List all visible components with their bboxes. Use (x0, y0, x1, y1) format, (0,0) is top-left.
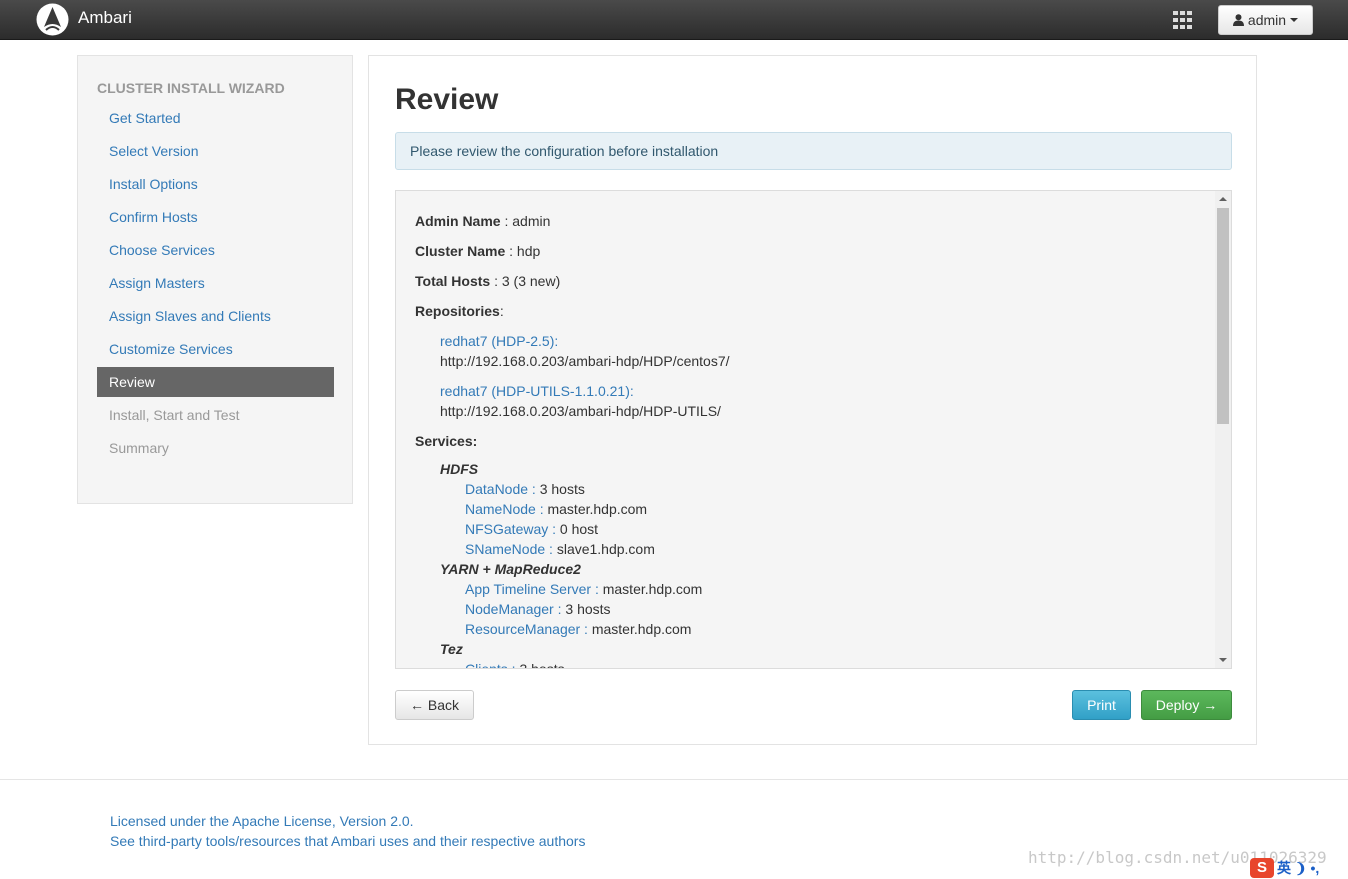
service-group-hdfs: HDFS DataNode : 3 hosts NameNode : maste… (440, 459, 1205, 559)
repositories-colon: : (499, 303, 504, 319)
service-name: HDFS (440, 461, 479, 477)
component-name: ResourceManager : (465, 621, 588, 637)
wizard-steps: Get Started Select Version Install Optio… (97, 102, 334, 465)
service-name: Tez (440, 641, 463, 657)
component-value: 3 hosts (535, 481, 585, 497)
component-name: NFSGateway : (465, 521, 557, 537)
service-group-yarn: YARN + MapReduce2 App Timeline Server : … (440, 559, 1205, 639)
repositories-row: Repositories: (415, 301, 1205, 321)
services-label: Services: (415, 433, 478, 449)
component-name: Clients : (465, 661, 516, 669)
step-assign-slaves-clients[interactable]: Assign Slaves and Clients (97, 300, 334, 333)
user-name: admin (1247, 12, 1287, 28)
step-install-start-test: Install, Start and Test (109, 407, 240, 423)
review-summary-box[interactable]: Admin Name : admin Cluster Name : hdp To… (395, 190, 1232, 669)
review-content: Admin Name : admin Cluster Name : hdp To… (415, 211, 1205, 669)
component-value: slave1.hdp.com (552, 541, 655, 557)
component-value: 3 hosts (561, 601, 611, 617)
brand-name[interactable]: Ambari (78, 8, 132, 28)
services-row: Services: (415, 431, 1205, 451)
ime-mode-text[interactable]: 英 ❩ •, (1277, 858, 1319, 878)
repo-url: http://192.168.0.203/ambari-hdp/HDP-UTIL… (440, 403, 721, 419)
repo-item: redhat7 (HDP-2.5): http://192.168.0.203/… (440, 331, 1205, 371)
repo-name: redhat7 (HDP-UTILS-1.1.0.21): (440, 383, 634, 399)
repo-url: http://192.168.0.203/ambari-hdp/HDP/cent… (440, 353, 730, 369)
service-component: Clients : 3 hosts (465, 659, 1205, 669)
component-value: 3 hosts (515, 661, 565, 669)
step-choose-services[interactable]: Choose Services (97, 234, 334, 267)
component-value: master.hdp.com (598, 581, 703, 597)
user-icon (1232, 14, 1244, 26)
service-component: SNameNode : slave1.hdp.com (465, 539, 1205, 559)
step-review[interactable]: Review (97, 367, 334, 397)
third-party-link[interactable]: See third-party tools/resources that Amb… (110, 831, 585, 851)
service-component: NFSGateway : 0 host (465, 519, 1205, 539)
footer: Licensed under the Apache License, Versi… (110, 811, 585, 851)
total-hosts-value: : 3 (3 new) (490, 273, 561, 289)
info-alert: Please review the configuration before i… (395, 132, 1232, 170)
step-customize-services[interactable]: Customize Services (97, 333, 334, 366)
ambari-logo-icon[interactable] (36, 3, 69, 36)
cluster-name-value: : hdp (505, 243, 541, 259)
footer-divider (0, 779, 1348, 780)
service-component: NodeManager : 3 hosts (465, 599, 1205, 619)
service-component: DataNode : 3 hosts (465, 479, 1205, 499)
component-name: App Timeline Server : (465, 581, 599, 597)
component-value: 0 host (556, 521, 599, 537)
license-link[interactable]: Licensed under the Apache License, Versi… (110, 811, 585, 831)
repo-name: redhat7 (HDP-2.5): (440, 333, 559, 349)
service-component: ResourceManager : master.hdp.com (465, 619, 1205, 639)
scroll-down-arrow-icon[interactable] (1219, 658, 1227, 662)
total-hosts-row: Total Hosts : 3 (3 new) (415, 271, 1205, 291)
component-name: NameNode : (465, 501, 544, 517)
scrollbar-thumb[interactable] (1217, 208, 1229, 424)
admin-name-label: Admin Name (415, 213, 501, 229)
component-value: master.hdp.com (587, 621, 692, 637)
repositories-label: Repositories (415, 303, 500, 319)
service-group-tez: Tez Clients : 3 hosts (440, 639, 1205, 669)
admin-name-row: Admin Name : admin (415, 211, 1205, 231)
step-confirm-hosts[interactable]: Confirm Hosts (97, 201, 334, 234)
review-scrollbar[interactable] (1215, 191, 1231, 668)
top-navbar: Ambari admin (0, 0, 1348, 40)
wizard-sidebar: CLUSTER INSTALL WIZARD Get Started Selec… (77, 55, 353, 504)
caret-down-icon (1290, 18, 1299, 22)
step-select-version[interactable]: Select Version (97, 135, 334, 168)
component-name: NodeManager : (465, 601, 562, 617)
service-component: NameNode : master.hdp.com (465, 499, 1205, 519)
scroll-up-arrow-icon[interactable] (1219, 197, 1227, 201)
user-menu-button[interactable]: admin (1218, 5, 1313, 35)
sidebar-title: CLUSTER INSTALL WIZARD (97, 80, 285, 96)
component-name: SNameNode : (465, 541, 553, 557)
print-button[interactable]: Print (1072, 690, 1131, 720)
step-install-options[interactable]: Install Options (97, 168, 334, 201)
apps-grid-icon[interactable] (1173, 11, 1193, 29)
cluster-name-row: Cluster Name : hdp (415, 241, 1205, 261)
repo-item: redhat7 (HDP-UTILS-1.1.0.21): http://192… (440, 381, 1205, 421)
cluster-name-label: Cluster Name (415, 243, 506, 259)
review-panel: Review Please review the configuration b… (368, 55, 1257, 745)
page-title: Review (395, 83, 499, 116)
step-summary: Summary (109, 440, 169, 456)
deploy-button[interactable]: Deploy → (1141, 690, 1232, 720)
component-value: master.hdp.com (543, 501, 648, 517)
ime-toolbar[interactable]: S 英 ❩ •, (1250, 858, 1319, 878)
step-get-started[interactable]: Get Started (97, 102, 334, 135)
step-assign-masters[interactable]: Assign Masters (97, 267, 334, 300)
total-hosts-label: Total Hosts (415, 273, 491, 289)
service-name: YARN + MapReduce2 (440, 561, 581, 577)
component-name: DataNode : (465, 481, 536, 497)
back-button[interactable]: ← Back (395, 690, 474, 720)
admin-name-value: : admin (500, 213, 551, 229)
service-component: App Timeline Server : master.hdp.com (465, 579, 1205, 599)
ime-logo-icon[interactable]: S (1250, 858, 1274, 878)
